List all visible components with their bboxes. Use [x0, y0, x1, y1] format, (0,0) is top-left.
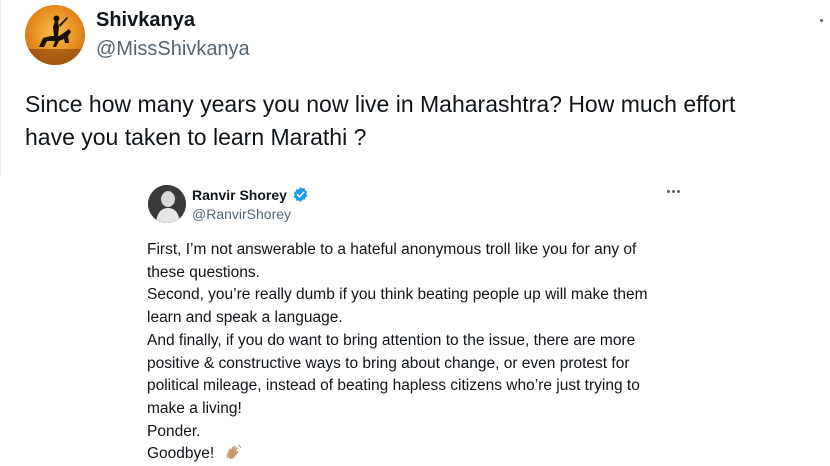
text-line: Ponder. [147, 422, 201, 440]
text-line: Second, you’re really dumb if you think … [147, 286, 648, 304]
author-name[interactable]: Shivkanya [96, 9, 195, 32]
original-tweet: Shivkanya @MissShivkanya Since how many … [0, 0, 830, 175]
profile-photo-icon [148, 185, 186, 223]
reply-text: First, I’m not answerable to a hateful a… [147, 239, 707, 466]
tweet-text: Since how many years you now live in Mah… [25, 91, 736, 150]
verified-badge-icon [293, 187, 308, 202]
author-handle[interactable]: @RanvirShorey [192, 206, 291, 222]
more-options-icon[interactable] [818, 12, 826, 32]
text-line: First, I’m not answerable to a hateful a… [147, 241, 637, 258]
text-line: political mileage, instead of beating ha… [147, 377, 640, 395]
text-line: learn and speak a language. [147, 309, 343, 327]
text-line-goodbye: Goodbye! [147, 443, 707, 466]
divider [0, 0, 1, 175]
text-line: positive & constructive ways to bring ab… [147, 354, 630, 372]
avatar[interactable] [25, 5, 85, 65]
avatar[interactable] [148, 185, 186, 223]
waving-hand-icon [226, 445, 241, 460]
reply-tweet: Ranvir Shorey @RanvirShorey First, I’m n… [130, 175, 710, 466]
text-line: And finally, if you do want to bring att… [147, 331, 636, 349]
author-name[interactable]: Ranvir Shorey [192, 187, 287, 203]
more-options-icon[interactable] [667, 189, 683, 195]
horse-rider-icon [25, 15, 85, 65]
text-line: make a living! [147, 399, 242, 417]
text-line: these questions. [147, 263, 260, 281]
goodbye-text: Goodbye! [147, 445, 215, 463]
author-handle[interactable]: @MissShivkanya [96, 38, 250, 61]
